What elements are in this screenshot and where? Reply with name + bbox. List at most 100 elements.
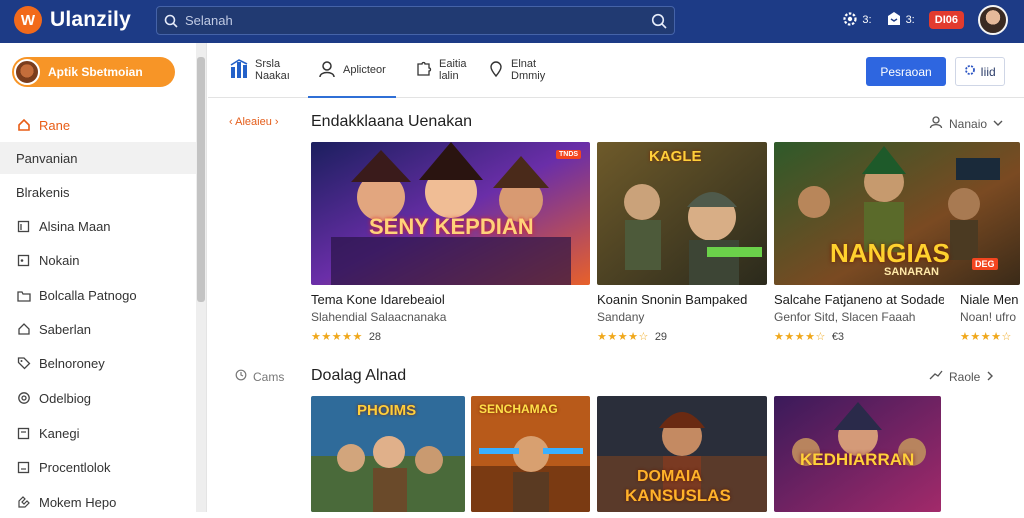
secondary-action-button[interactable]: Iiid xyxy=(955,57,1005,86)
sidebar: Aptik Sbetmoian Rane Panvanian Blrakenis… xyxy=(0,43,207,512)
notification-badge[interactable]: DI06 xyxy=(928,11,964,29)
chevron-down-icon xyxy=(993,117,1003,131)
section-side-label[interactable]: Cams xyxy=(235,369,284,384)
sidebar-item-12[interactable]: Mokem Hepo xyxy=(0,486,196,518)
game-card-image[interactable]: KAGLE xyxy=(597,142,767,285)
sidebar-item-label: Mokem Hepo xyxy=(39,494,117,510)
search-icon xyxy=(157,7,185,34)
game-card-image[interactable]: DEG NANGIAS SANARAN xyxy=(774,142,1020,285)
sidebar-item-7[interactable]: Saberlan xyxy=(0,313,196,345)
search-submit-icon[interactable] xyxy=(644,7,674,34)
sidebar-item-label: Saberlan xyxy=(39,321,92,337)
game-card-subtitle: Noan! ufro xyxy=(960,310,1017,324)
game-art-title: NANGIAS xyxy=(830,238,950,268)
sidebar-item-label: Belnoroney xyxy=(39,355,105,371)
inbox-count: 3: xyxy=(905,14,915,26)
rating-value: 28 xyxy=(368,330,382,343)
scrollbar-thumb[interactable] xyxy=(197,57,205,302)
game-card-rating: ★★★★☆ xyxy=(960,330,1012,343)
app-name: Ulanzily xyxy=(50,8,131,31)
view-more-label: Raole xyxy=(949,369,981,384)
game-card-rating: ★★★★☆ €3 xyxy=(774,330,845,344)
game-card-subtitle: Slahendial Salaacnanaka xyxy=(311,310,447,324)
tag-icon xyxy=(16,356,31,371)
tab-3[interactable]: Eaitia lalin xyxy=(415,43,467,97)
inbox-button[interactable]: 3: xyxy=(886,11,915,29)
profile-button[interactable]: Aptik Sbetmoian xyxy=(12,57,175,87)
tab-4-line2: Dmmiy xyxy=(511,70,546,82)
sidebar-item-label: Blrakenis xyxy=(16,184,70,200)
home-icon xyxy=(16,118,31,133)
game-card-title[interactable]: Salcahe Fatjaneno at Sodade xyxy=(774,292,944,308)
link-icon xyxy=(16,495,31,510)
arrow-icon xyxy=(929,369,943,384)
game-card-title[interactable]: Tema Kone Idarebeaiol xyxy=(311,292,571,308)
clock-icon xyxy=(235,369,247,384)
game-card-image[interactable]: TNDS SENY KEPDIAN xyxy=(311,142,590,285)
search-input[interactable] xyxy=(185,13,644,28)
game-card-subtitle: Genfor Sitd, Slacen Faaah xyxy=(774,310,916,324)
sidebar-item-home[interactable]: Rane xyxy=(0,109,196,141)
primary-action-button[interactable]: Pesraoan xyxy=(866,57,946,86)
section-title: Endakklaana Uenakan xyxy=(311,113,473,130)
section-filter[interactable]: Nanaio xyxy=(929,115,1003,132)
sidebar-item-label: Kanegi xyxy=(39,425,80,441)
section-filter-label: Nanaio xyxy=(949,116,988,131)
sidebar-item-5[interactable]: Nokain xyxy=(0,244,196,276)
profile-avatar xyxy=(14,59,40,85)
top-actions: 3: 3: DI06 xyxy=(842,5,1008,35)
bookmark-icon xyxy=(16,219,31,234)
user-avatar[interactable] xyxy=(978,5,1008,35)
sidebar-item-10[interactable]: Kanegi xyxy=(0,417,196,449)
house-icon xyxy=(16,322,31,337)
sidebar-item-4[interactable]: Alsina Maan xyxy=(0,210,196,242)
gamepad-icon xyxy=(16,253,31,268)
rating-value: 29 xyxy=(654,330,668,343)
tab-4[interactable]: Elnat Dmmiy xyxy=(488,43,545,97)
sidebar-item-11[interactable]: Procentlolok xyxy=(0,451,196,483)
secondary-action-label: Iiid xyxy=(980,64,996,79)
game-art-title: SENY KEPDIAN xyxy=(369,214,534,239)
tab-1[interactable]: Srsla Naakaı xyxy=(230,43,290,97)
app-logo[interactable]: W Ulanzily xyxy=(14,6,131,34)
search-bar[interactable] xyxy=(156,6,675,35)
game-art-title: KAGLE xyxy=(649,148,702,165)
section-pill[interactable]: ‹ Aleaieu › xyxy=(229,116,279,128)
game-card-image[interactable]: DOMAIA KANSUSLAS xyxy=(597,396,767,512)
sidebar-item-9[interactable]: Odelbiog xyxy=(0,382,196,414)
game-card-title[interactable]: Koanin Snonin Bampaked xyxy=(597,292,767,308)
sidebar-item-3[interactable]: Blrakenis xyxy=(0,176,196,208)
tab-2[interactable]: Aplicteor xyxy=(308,43,396,98)
game-art-title: SENCHAMAG xyxy=(479,402,558,416)
section-view-more[interactable]: Raole xyxy=(929,369,994,384)
tab-4-line1: Elnat xyxy=(511,58,537,70)
game-card-image[interactable]: SENCHAMAG xyxy=(471,396,590,512)
settings-button[interactable]: 3: xyxy=(842,11,872,30)
game-card-title[interactable]: Niale Men xyxy=(960,292,1022,308)
gear-icon xyxy=(842,11,858,30)
game-art-subtitle: KANSUSLAS xyxy=(625,486,731,505)
logo-icon: W xyxy=(14,6,42,34)
puzzle-icon xyxy=(415,60,432,80)
game-card-image[interactable]: PHOIMS xyxy=(311,396,465,512)
sidebar-scrollbar[interactable] xyxy=(196,43,206,512)
user-icon xyxy=(929,115,943,132)
game-art-title: DOMAIA xyxy=(637,468,702,485)
sidebar-item-label: Panvanian xyxy=(16,150,78,166)
game-card-rating: ★★★★★ 28 xyxy=(311,330,382,344)
game-card-rating: ★★★★☆ 29 xyxy=(597,330,668,344)
user-icon xyxy=(318,60,336,81)
game-card-image[interactable]: KEDHIARRAN xyxy=(774,396,941,512)
section-side-text: Cams xyxy=(253,369,285,384)
tab-1-line1: Srsla xyxy=(255,58,281,70)
profile-label: Aptik Sbetmoian xyxy=(48,65,143,79)
sidebar-item-6[interactable]: Bolcalla Patnogo xyxy=(0,279,196,311)
grid-icon xyxy=(16,426,31,441)
inbox-icon xyxy=(886,11,902,29)
sidebar-item-8[interactable]: Belnoroney xyxy=(0,347,196,379)
game-card-subtitle: Sandany xyxy=(597,310,645,324)
sidebar-item-2[interactable]: Panvanian xyxy=(0,142,196,174)
tab-3-line2: lalin xyxy=(439,70,459,82)
sidebar-item-label: Alsina Maan xyxy=(39,218,111,234)
rating-value: €3 xyxy=(831,330,845,343)
